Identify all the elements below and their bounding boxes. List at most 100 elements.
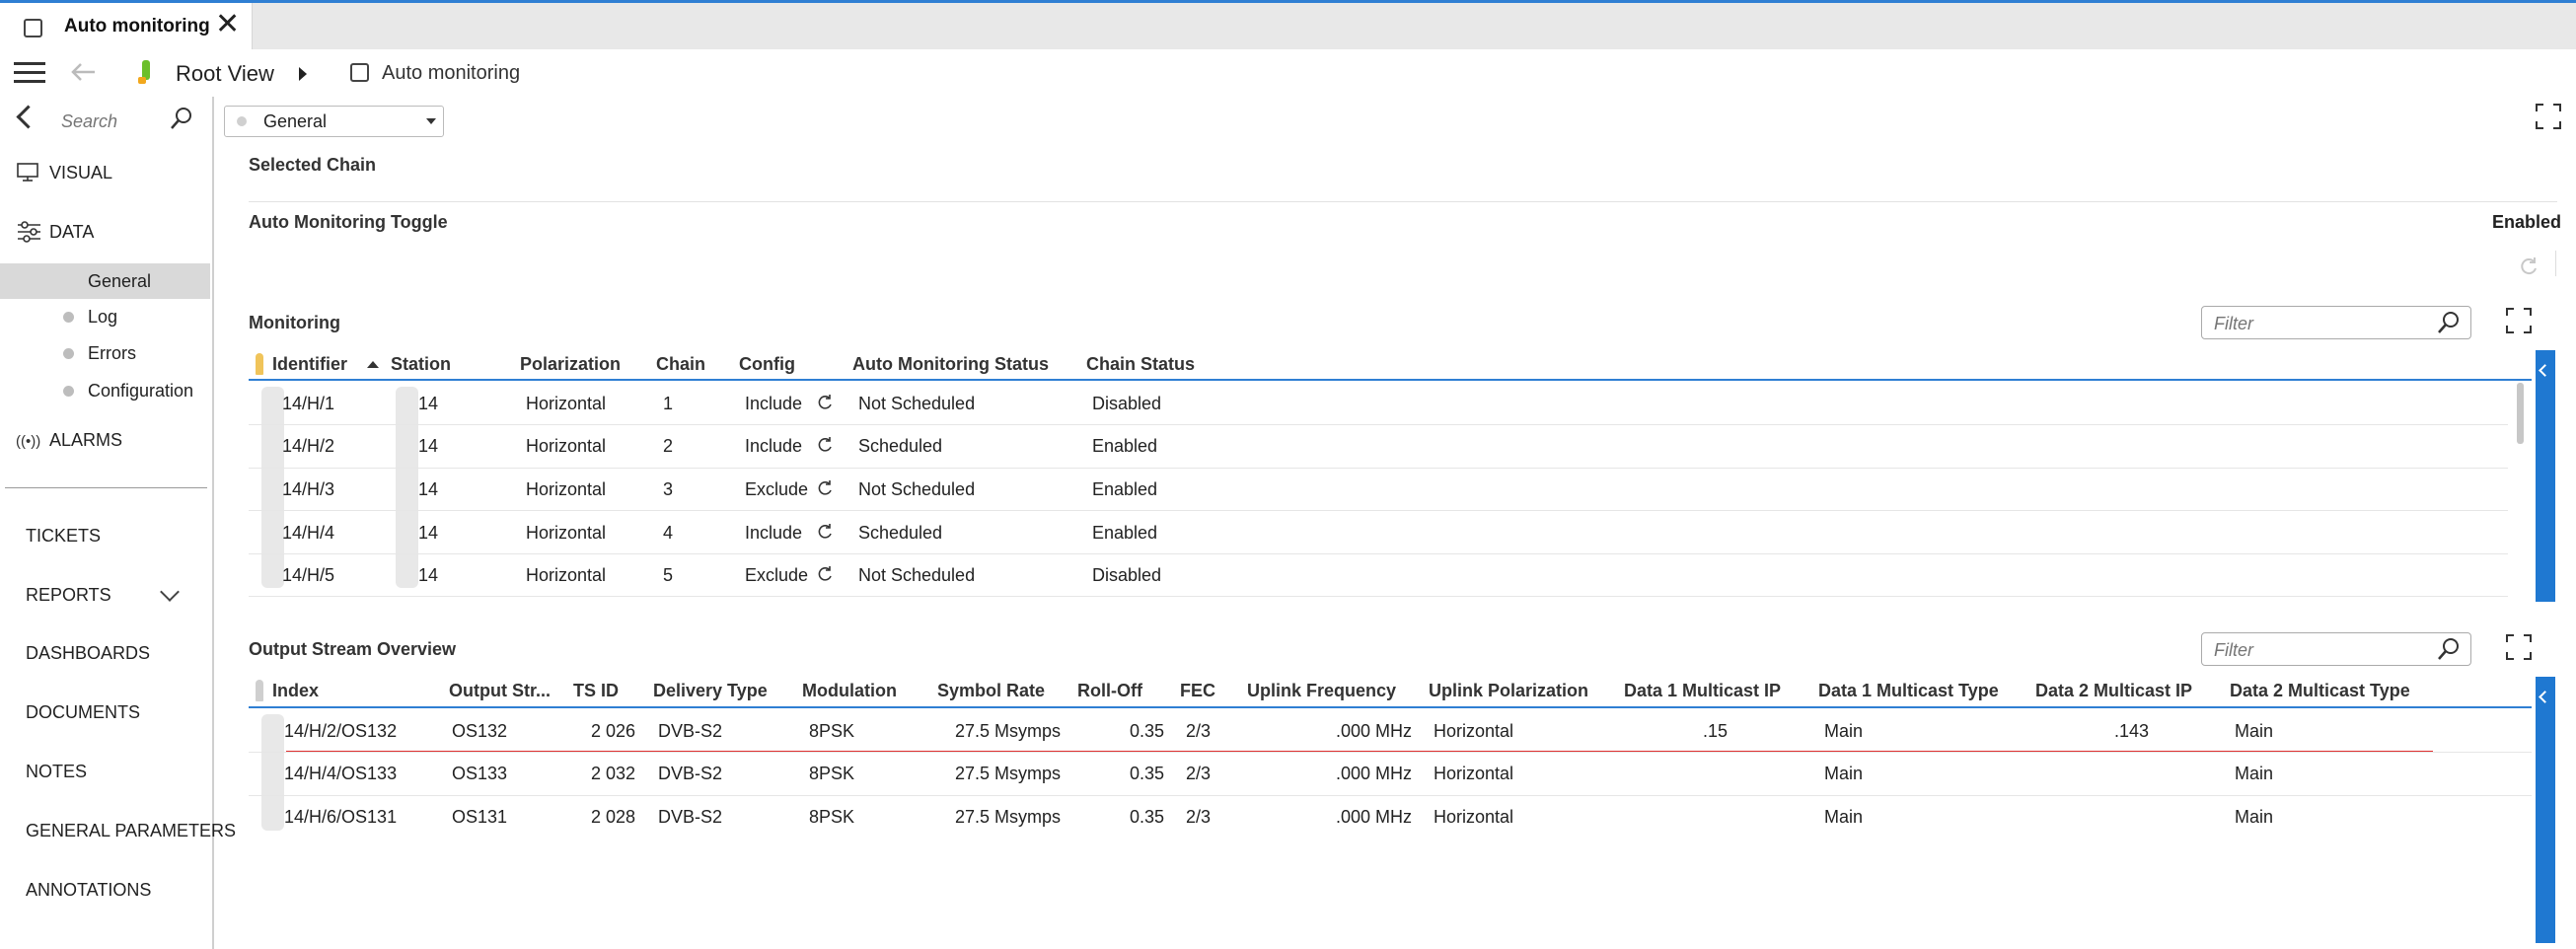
col-modulation[interactable]: Modulation [802, 681, 897, 701]
monitoring-side-panel-toggle[interactable] [2536, 350, 2555, 602]
redacted-cell [261, 714, 284, 831]
sidebar-item-general-parameters[interactable]: GENERAL PARAMETERS [26, 821, 236, 841]
cell-uplink-frequency: .000 MHz [1335, 764, 1412, 783]
close-tab-icon[interactable]: ✕ [215, 10, 240, 39]
monitoring-filter-input[interactable] [2212, 311, 2433, 336]
breadcrumb-root-view[interactable]: Root View [176, 61, 274, 87]
search-icon[interactable] [2437, 311, 2461, 334]
col-auto-monitoring-status[interactable]: Auto Monitoring Status [852, 354, 1049, 375]
sidebar-item-data[interactable]: DATA [49, 222, 94, 243]
root-view-icon [138, 60, 150, 84]
sidebar-item-log[interactable]: Log [88, 307, 117, 328]
col-station[interactable]: Station [391, 354, 451, 375]
hamburger-menu-icon[interactable] [14, 62, 45, 89]
col-chain[interactable]: Chain [656, 354, 705, 375]
cell-ts-id: 2 028 [590, 807, 635, 827]
sort-ascending-icon[interactable] [367, 361, 379, 368]
page-icon [350, 63, 369, 82]
col-chain-status[interactable]: Chain Status [1086, 354, 1195, 375]
sidebar-item-general[interactable]: General [88, 271, 151, 292]
cell-config: Exclude [745, 479, 809, 499]
header-underline [249, 706, 2532, 708]
sidebar-item-errors[interactable]: Errors [88, 343, 136, 364]
cell-modulation: 8PSK [809, 721, 855, 741]
col-symbol-rate[interactable]: Symbol Rate [937, 681, 1045, 701]
cell-polarization: Horizontal [526, 394, 607, 413]
fullscreen-icon[interactable] [2506, 308, 2532, 333]
search-icon[interactable] [170, 107, 193, 130]
tab-auto-monitoring[interactable]: Auto monitoring ✕ [0, 3, 253, 49]
sidebar-item-notes[interactable]: NOTES [26, 762, 87, 782]
col-delivery-type[interactable]: Delivery Type [653, 681, 768, 701]
row-divider [249, 752, 2532, 753]
cell-polarization: Horizontal [526, 436, 607, 456]
sidebar-item-documents[interactable]: DOCUMENTS [26, 702, 140, 723]
cell-uplink-polarization: Horizontal [1434, 721, 1514, 741]
refresh-icon[interactable] [816, 565, 834, 583]
page-select-dropdown[interactable]: General [224, 106, 444, 137]
auto-monitoring-toggle-value[interactable]: Enabled [2492, 212, 2561, 233]
refresh-icon[interactable] [816, 479, 834, 497]
cell-data2-multicast-ip: .143 [2114, 721, 2150, 741]
cell-config: Exclude [745, 565, 809, 585]
monitoring-filter[interactable] [2201, 306, 2471, 339]
refresh-icon[interactable] [2519, 256, 2539, 276]
output-side-panel-toggle[interactable] [2536, 677, 2555, 943]
breadcrumb-arrow-icon [299, 67, 307, 81]
col-data2-multicast-type[interactable]: Data 2 Multicast Type [2230, 681, 2410, 701]
col-data1-multicast-ip[interactable]: Data 1 Multicast IP [1624, 681, 1781, 701]
output-filter[interactable] [2201, 632, 2471, 666]
cell-identifier: 14/H/1 [282, 394, 335, 413]
cell-roll-off: 0.35 [1129, 764, 1164, 783]
cell-data1-multicast-ip: .15 [1703, 721, 1729, 741]
col-roll-off[interactable]: Roll-Off [1077, 681, 1142, 701]
fullscreen-icon[interactable] [2536, 104, 2561, 129]
cell-station: 14 [418, 523, 439, 543]
refresh-icon[interactable] [816, 394, 834, 411]
cell-fec: 2/3 [1186, 764, 1212, 783]
sidebar-item-alarms[interactable]: ALARMS [49, 430, 122, 451]
col-data2-multicast-ip[interactable]: Data 2 Multicast IP [2035, 681, 2192, 701]
sidebar-item-reports[interactable]: REPORTS [26, 585, 111, 606]
chevron-left-icon [2539, 691, 2551, 703]
col-fec[interactable]: FEC [1180, 681, 1215, 701]
cell-output-stream: OS132 [452, 721, 508, 741]
sidebar-item-configuration[interactable]: Configuration [88, 381, 193, 402]
output-filter-input[interactable] [2212, 637, 2433, 663]
col-uplink-polarization[interactable]: Uplink Polarization [1429, 681, 1588, 701]
bullet-icon [63, 312, 74, 323]
monitoring-scrollbar[interactable] [2517, 383, 2524, 444]
cell-uplink-frequency: .000 MHz [1335, 721, 1412, 741]
back-arrow-icon[interactable] [69, 57, 99, 87]
cell-config: Include [745, 394, 803, 413]
cell-chain-status: Enabled [1092, 436, 1158, 456]
cell-modulation: 8PSK [809, 807, 855, 827]
col-identifier[interactable]: Identifier [272, 354, 347, 375]
key-icon [256, 680, 263, 701]
tab-page-icon [24, 19, 42, 37]
cell-identifier: 14/H/4 [282, 523, 335, 543]
col-ts-id[interactable]: TS ID [573, 681, 619, 701]
sidebar-item-annotations[interactable]: ANNOTATIONS [26, 880, 151, 901]
col-index[interactable]: Index [272, 681, 319, 701]
sidebar-item-dashboards[interactable]: DASHBOARDS [26, 643, 150, 664]
refresh-icon[interactable] [816, 436, 834, 454]
col-data1-multicast-type[interactable]: Data 1 Multicast Type [1818, 681, 1999, 701]
sidebar-item-tickets[interactable]: TICKETS [26, 526, 101, 547]
refresh-icon[interactable] [816, 523, 834, 541]
breadcrumb-auto-monitoring[interactable]: Auto monitoring [382, 62, 520, 85]
cell-chain: 5 [663, 565, 674, 585]
cell-config: Include [745, 436, 803, 456]
fullscreen-icon[interactable] [2506, 634, 2532, 660]
col-polarization[interactable]: Polarization [520, 354, 621, 375]
cell-delivery-type: DVB-S2 [658, 807, 723, 827]
search-icon[interactable] [2437, 637, 2461, 661]
cell-config: Include [745, 523, 803, 543]
cell-identifier: 14/H/5 [282, 565, 335, 585]
col-config[interactable]: Config [739, 354, 795, 375]
col-output-stream[interactable]: Output Str... [449, 681, 551, 701]
cell-polarization: Horizontal [526, 479, 607, 499]
redacted-cell [261, 387, 284, 588]
sidebar-item-visual[interactable]: VISUAL [49, 163, 112, 183]
col-uplink-frequency[interactable]: Uplink Frequency [1247, 681, 1396, 701]
